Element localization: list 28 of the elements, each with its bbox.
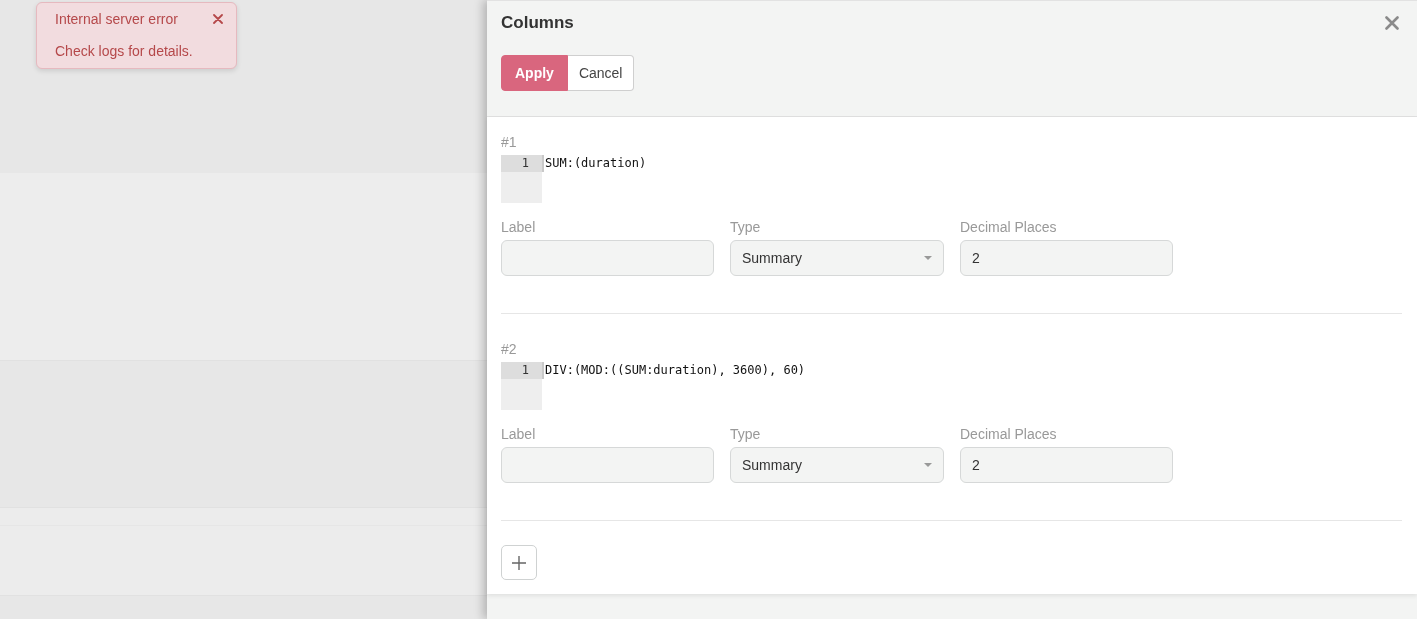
drawer-title: Columns: [501, 12, 574, 34]
field-label: Decimal Places: [960, 219, 1058, 235]
text-input[interactable]: 2: [960, 240, 1173, 276]
line-number: 1: [501, 362, 542, 379]
type-select[interactable]: Summary: [730, 447, 944, 483]
line-number: 1: [501, 155, 542, 172]
field-label: Type: [730, 426, 762, 442]
field-label: Type: [730, 219, 762, 235]
type-select[interactable]: Summary: [730, 240, 944, 276]
code-input[interactable]: DIV:(MOD:((SUM:duration), 3600), 60): [542, 362, 1402, 410]
code-input[interactable]: SUM:(duration): [542, 155, 1402, 203]
column-number: #2: [501, 340, 518, 358]
close-icon[interactable]: [213, 14, 223, 24]
field-label: Label: [501, 426, 537, 442]
plus-icon: [512, 555, 526, 570]
text-input[interactable]: 2: [960, 447, 1173, 483]
column-number: #1: [501, 133, 518, 151]
toast-title: Internal server error: [55, 11, 178, 27]
field-label: Label: [501, 219, 537, 235]
cancel-button[interactable]: Cancel: [567, 55, 635, 91]
text-input[interactable]: [501, 240, 714, 276]
toast-message: Check logs for details.: [55, 42, 194, 61]
caret-icon: [924, 256, 932, 260]
caret-icon: [924, 463, 932, 467]
add-button[interactable]: [501, 545, 537, 580]
text-input[interactable]: [501, 447, 714, 483]
close-icon[interactable]: [1385, 16, 1399, 30]
field-label: Decimal Places: [960, 426, 1058, 442]
